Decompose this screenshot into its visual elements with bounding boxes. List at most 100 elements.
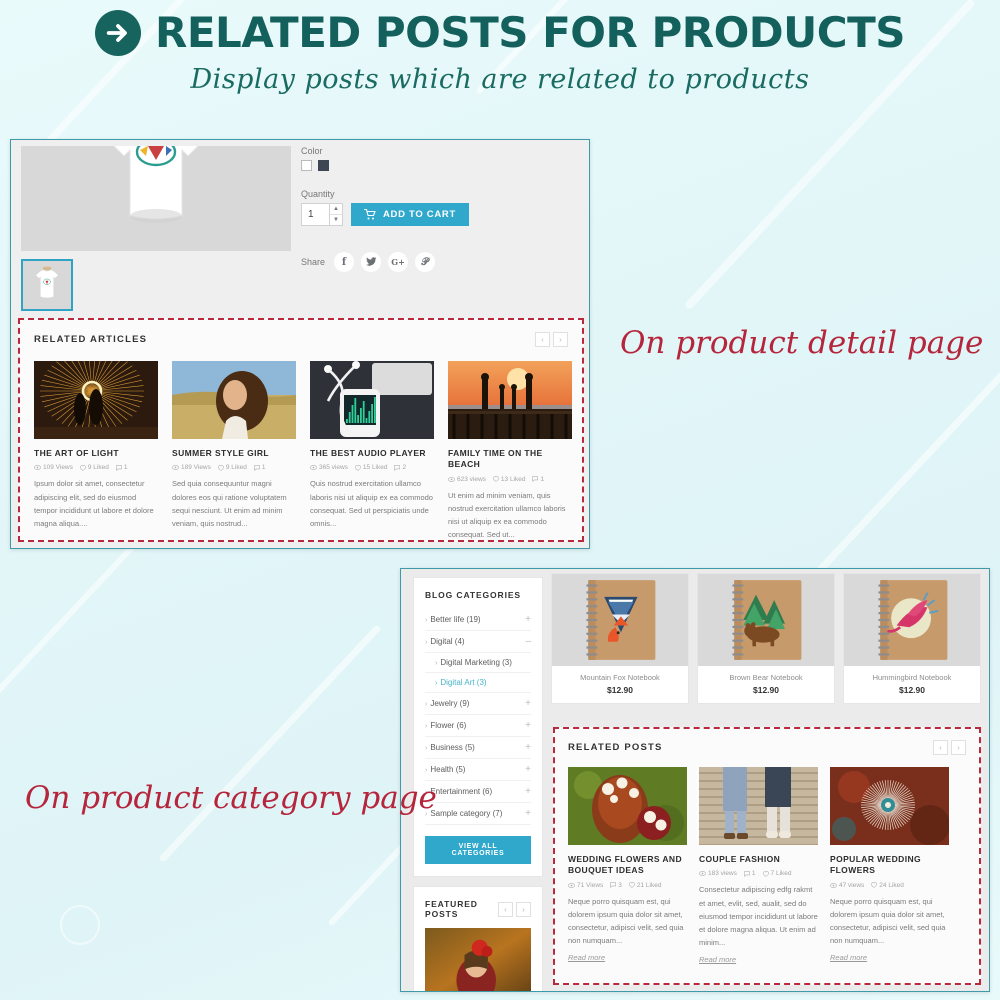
- next-arrow-icon[interactable]: ›: [553, 332, 568, 347]
- related-post-image[interactable]: [830, 767, 949, 845]
- product-price: $12.90: [753, 685, 779, 695]
- expand-toggle-icon[interactable]: +: [525, 808, 531, 819]
- bg-streak: [158, 624, 382, 863]
- quantity-arrows: ▲ ▼: [329, 204, 342, 225]
- blog-category-label: › Health (5): [425, 765, 466, 774]
- related-article-card[interactable]: SUMMER STYLE GIRL 189 Views 9 Liked 1 Se…: [172, 361, 296, 541]
- next-arrow-icon[interactable]: ›: [516, 901, 531, 917]
- blog-category-item[interactable]: › Flower (6) +: [425, 715, 531, 737]
- featured-posts-header: FEATURED POSTS ‹ ›: [425, 899, 531, 919]
- views-count: 183 views: [699, 870, 737, 877]
- girl-red-flower-photo: [425, 928, 531, 991]
- expand-toggle-icon[interactable]: +: [525, 720, 531, 731]
- product-thumbnail[interactable]: [21, 259, 73, 311]
- page-subtitle: Display posts which are related to produ…: [190, 64, 810, 95]
- color-swatch-white[interactable]: [301, 160, 312, 171]
- product-main-image[interactable]: [21, 146, 291, 251]
- featured-post-image[interactable]: [425, 928, 531, 991]
- quantity-stepper[interactable]: 1 ▲ ▼: [301, 203, 343, 226]
- blog-category-item[interactable]: › Jewelry (9) +: [425, 693, 531, 715]
- chevron-right-icon: ›: [425, 767, 428, 774]
- related-post-card[interactable]: WEDDING FLOWERS AND BOUQUET IDEAS 71 Vie…: [568, 767, 687, 964]
- read-more-link[interactable]: Read more: [568, 953, 687, 962]
- blog-category-label: › Business (5): [425, 743, 475, 752]
- comments-count: 1: [532, 476, 544, 483]
- next-arrow-icon[interactable]: ›: [951, 740, 966, 755]
- product-image[interactable]: [552, 574, 688, 666]
- related-article-title[interactable]: THE ART OF LIGHT: [34, 448, 158, 459]
- annotation-product-detail: On product detail page: [620, 325, 984, 361]
- quantity-value[interactable]: 1: [302, 204, 329, 225]
- color-swatch-dark[interactable]: [318, 160, 329, 171]
- comments-count: 2: [394, 464, 406, 471]
- related-article-image[interactable]: [34, 361, 158, 439]
- blog-category-label: › Digital Art (3): [435, 678, 487, 687]
- related-article-card[interactable]: FAMILY TIME ON THE BEACH 623 views 13 Li…: [448, 361, 572, 541]
- facebook-icon[interactable]: f: [334, 252, 355, 272]
- add-to-cart-button[interactable]: ADD TO CART: [351, 203, 469, 226]
- prev-arrow-icon[interactable]: ‹: [535, 332, 550, 347]
- product-image[interactable]: [844, 574, 980, 666]
- blog-category-item[interactable]: › Digital Art (3): [425, 673, 531, 693]
- related-posts-nav: ‹ ›: [933, 740, 966, 755]
- tshirt-illustration: [113, 146, 199, 223]
- blog-category-item[interactable]: › Business (5) +: [425, 737, 531, 759]
- blog-category-item[interactable]: › Better life (19) +: [425, 609, 531, 631]
- expand-toggle-icon[interactable]: +: [525, 698, 531, 709]
- prev-arrow-icon[interactable]: ‹: [933, 740, 948, 755]
- product-card[interactable]: Hummingbird Notebook $12.90: [843, 573, 981, 704]
- blog-category-item[interactable]: › Health (5) +: [425, 759, 531, 781]
- related-post-title[interactable]: POPULAR WEDDING FLOWERS: [830, 854, 949, 877]
- expand-toggle-icon[interactable]: +: [525, 786, 531, 797]
- related-post-meta: 71 Views 3 21 Liked: [568, 882, 687, 889]
- product-name[interactable]: Mountain Fox Notebook: [552, 666, 688, 685]
- bg-streak: [805, 361, 1000, 586]
- product-card[interactable]: Brown Bear Notebook $12.90: [697, 573, 835, 704]
- related-article-title[interactable]: FAMILY TIME ON THE BEACH: [448, 448, 572, 471]
- quantity-up-icon[interactable]: ▲: [330, 204, 342, 214]
- related-article-title[interactable]: SUMMER STYLE GIRL: [172, 448, 296, 459]
- annotation-product-category: On product category page: [25, 780, 437, 816]
- color-label: Color: [301, 146, 323, 156]
- expand-toggle-icon[interactable]: +: [525, 742, 531, 753]
- google-plus-icon[interactable]: G+: [388, 252, 409, 272]
- related-article-card[interactable]: THE BEST AUDIO PLAYER 365 views 15 Liked…: [310, 361, 434, 541]
- prev-arrow-icon[interactable]: ‹: [498, 901, 513, 917]
- related-post-title[interactable]: WEDDING FLOWERS AND BOUQUET IDEAS: [568, 854, 687, 877]
- read-more-link[interactable]: Read more: [830, 953, 949, 962]
- read-more-link[interactable]: Read more: [699, 955, 818, 964]
- related-article-title[interactable]: THE BEST AUDIO PLAYER: [310, 448, 434, 459]
- share-row: Share f G+ 𝒫: [301, 252, 575, 272]
- related-article-card[interactable]: THE ART OF LIGHT 109 Views 9 Liked 1 Ips…: [34, 361, 158, 541]
- product-card[interactable]: Mountain Fox Notebook $12.90: [551, 573, 689, 704]
- related-article-meta: 623 views 13 Liked 1: [448, 476, 572, 483]
- twitter-icon[interactable]: [361, 252, 382, 272]
- related-article-image[interactable]: [172, 361, 296, 439]
- related-post-card[interactable]: COUPLE FASHION 183 views 1 7 Liked Conse…: [699, 767, 818, 964]
- view-all-categories-button[interactable]: VIEW ALL CATEGORIES: [425, 836, 531, 864]
- related-posts-title: RELATED POSTS: [568, 742, 663, 753]
- blog-category-item[interactable]: › Digital (4) –: [425, 631, 531, 653]
- expand-toggle-icon[interactable]: –: [525, 636, 531, 647]
- quantity-down-icon[interactable]: ▼: [330, 214, 342, 225]
- related-post-image[interactable]: [699, 767, 818, 845]
- featured-posts-title: FEATURED POSTS: [425, 899, 478, 919]
- related-post-meta: 47 views 24 Liked: [830, 882, 949, 889]
- cart-icon: [364, 209, 376, 220]
- blog-category-item[interactable]: › Entertainment (6) +: [425, 781, 531, 803]
- related-article-image[interactable]: [448, 361, 572, 439]
- related-article-excerpt: Quis nostrud exercitation ullamco labori…: [310, 479, 433, 528]
- product-name[interactable]: Brown Bear Notebook: [698, 666, 834, 685]
- related-post-card[interactable]: POPULAR WEDDING FLOWERS 47 views 24 Like…: [830, 767, 949, 964]
- blog-category-item[interactable]: › Sample category (7) +: [425, 803, 531, 825]
- pinterest-icon[interactable]: 𝒫: [415, 252, 436, 272]
- product-name[interactable]: Hummingbird Notebook: [844, 666, 980, 685]
- related-article-image[interactable]: [310, 361, 434, 439]
- related-post-image[interactable]: [568, 767, 687, 845]
- expand-toggle-icon[interactable]: +: [525, 764, 531, 775]
- blog-category-item[interactable]: › Digital Marketing (3): [425, 653, 531, 673]
- product-image[interactable]: [698, 574, 834, 666]
- related-post-title[interactable]: COUPLE FASHION: [699, 854, 818, 865]
- expand-toggle-icon[interactable]: +: [525, 614, 531, 625]
- liked-count: 15 Liked: [354, 464, 387, 471]
